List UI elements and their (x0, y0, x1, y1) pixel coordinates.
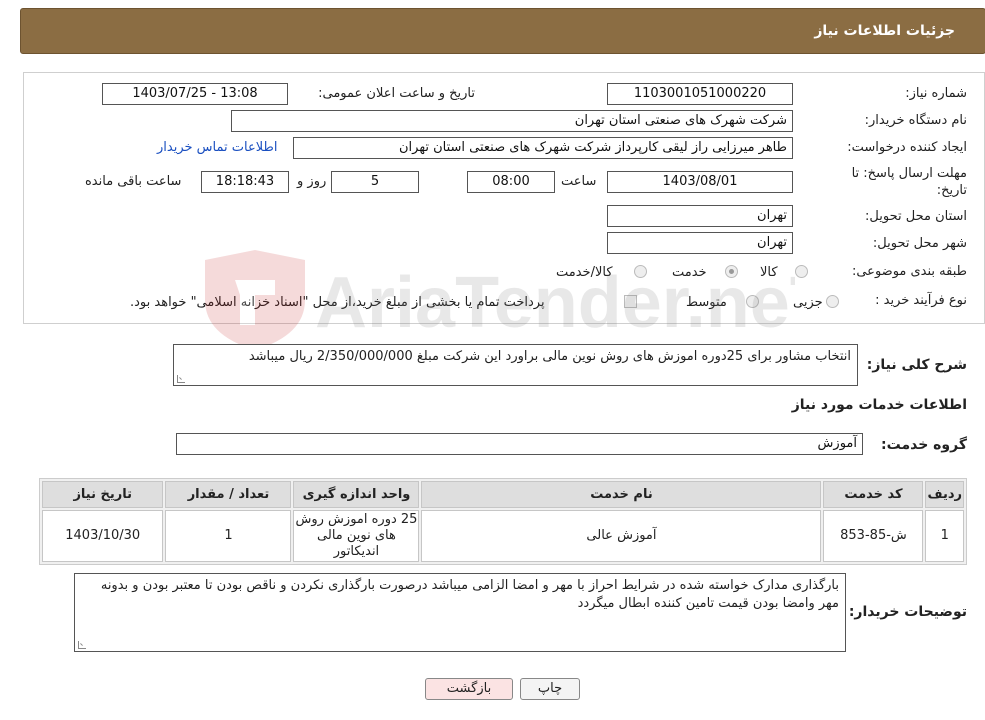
summary-label: شرح کلی نیاز: (866, 357, 967, 373)
deadline-time-field: 08:00 (467, 171, 555, 193)
summary-textarea: انتخاب مشاور برای 25دوره اموزش های روش ن… (173, 344, 858, 386)
buyer-org-label: نام دستگاه خریدار: (864, 113, 967, 128)
remaining-time-label: ساعت باقی مانده (85, 174, 182, 189)
service-group-label: گروه خدمت: (881, 437, 967, 453)
creator-label: ایجاد کننده درخواست: (847, 140, 967, 155)
category-radio-both[interactable] (634, 265, 647, 278)
resize-grip-icon[interactable] (177, 375, 185, 383)
need-number-label: شماره نیاز: (905, 86, 967, 101)
services-section-title: اطلاعات خدمات مورد نیاز (791, 397, 967, 413)
deadline-label: مهلت ارسال پاسخ: تا (851, 166, 967, 181)
days-label: روز و (297, 174, 327, 189)
process-option-minor: جزیی (793, 295, 823, 310)
announce-field: 1403/07/25 - 13:08 (102, 83, 288, 105)
buyer-notes-label: توضیحات خریدار: (848, 604, 967, 620)
process-option-medium: متوسط (686, 295, 727, 310)
treasury-note: پرداخت تمام یا بخشی از مبلغ خرید،از محل … (130, 295, 545, 310)
need-number-field: 1103001051000220 (607, 83, 793, 105)
buyer-contact-link[interactable]: اطلاعات تماس خریدار (157, 140, 277, 155)
col-header-name: نام خدمت (421, 481, 822, 508)
col-header-qty: تعداد / مقدار (165, 481, 292, 508)
treasury-checkbox[interactable] (624, 295, 637, 308)
buyer-notes-text: بارگذاری مدارک خواسته شده در شرایط احراز… (100, 578, 839, 611)
process-label: نوع فرآیند خرید : (875, 293, 967, 308)
city-label: شهر محل تحویل: (872, 236, 967, 251)
cell-unit: 25 دوره اموزش روش های نوین مالی اندیکاتو… (293, 510, 420, 562)
print-button[interactable]: چاپ (520, 678, 580, 700)
services-table: ردیف کد خدمت نام خدمت واحد اندازه گیری ت… (39, 478, 967, 565)
page-title: جزئیات اطلاعات نیاز (814, 23, 955, 39)
buyer-org-field: شرکت شهرک های صنعتی استان تهران (231, 110, 793, 132)
process-radio-medium[interactable] (746, 295, 759, 308)
category-radio-service[interactable] (725, 265, 738, 278)
category-option-goods: کالا (760, 265, 778, 280)
category-label: طبقه بندی موضوعی: (851, 264, 967, 279)
resize-grip-icon[interactable] (78, 641, 86, 649)
creator-field: طاهر میرزایی راز لیقی کارپرداز شرکت شهرک… (293, 137, 793, 159)
buyer-notes-textarea: بارگذاری مدارک خواسته شده در شرایط احراز… (74, 573, 846, 652)
table-row: 1 ش-85-853 آموزش عالی 25 دوره اموزش روش … (42, 510, 964, 562)
summary-text: انتخاب مشاور برای 25دوره اموزش های روش ن… (248, 349, 851, 364)
deadline-time-label: ساعت (561, 174, 597, 189)
category-radio-goods[interactable] (795, 265, 808, 278)
process-radio-minor[interactable] (826, 295, 839, 308)
city-field: تهران (607, 232, 793, 254)
cell-date: 1403/10/30 (42, 510, 164, 562)
table-header-row: ردیف کد خدمت نام خدمت واحد اندازه گیری ت… (42, 481, 964, 508)
col-header-index: ردیف (925, 481, 964, 508)
col-header-date: تاریخ نیاز (42, 481, 164, 508)
col-header-code: کد خدمت (823, 481, 924, 508)
days-field: 5 (331, 171, 419, 193)
deadline-date-field: 1403/08/01 (607, 171, 793, 193)
cell-index: 1 (925, 510, 964, 562)
cell-name: آموزش عالی (421, 510, 822, 562)
remaining-time-field: 18:18:43 (201, 171, 289, 193)
category-option-service: خدمت (672, 265, 707, 280)
page-header: جزئیات اطلاعات نیاز (20, 8, 985, 54)
cell-qty: 1 (165, 510, 292, 562)
cell-code: ش-85-853 (823, 510, 924, 562)
service-group-field: آموزش (176, 433, 863, 455)
deadline-label-date: تاریخ: (936, 183, 967, 198)
col-header-unit: واحد اندازه گیری (293, 481, 420, 508)
back-button[interactable]: بازگشت (425, 678, 513, 700)
announce-label: تاریخ و ساعت اعلان عمومی: (318, 86, 475, 101)
province-field: تهران (607, 205, 793, 227)
category-option-both: کالا/خدمت (556, 265, 613, 280)
province-label: استان محل تحویل: (865, 209, 967, 224)
